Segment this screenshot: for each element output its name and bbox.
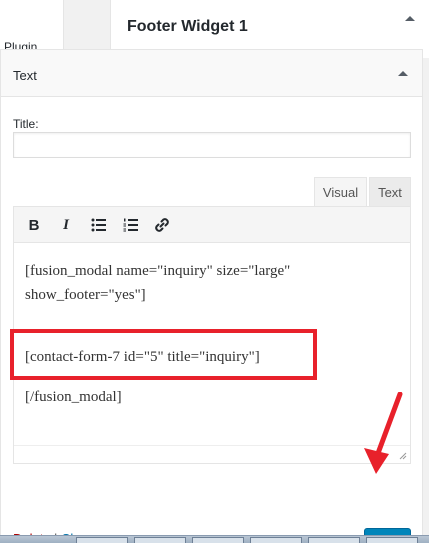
taskbar-item[interactable] bbox=[192, 537, 244, 543]
tab-visual[interactable]: Visual bbox=[314, 177, 367, 206]
footer-widget-title: Footer Widget 1 bbox=[127, 18, 248, 35]
bulleted-list-icon bbox=[91, 218, 106, 232]
tab-text[interactable]: Text bbox=[369, 177, 411, 206]
numbered-list-button[interactable] bbox=[120, 214, 142, 236]
taskbar-item[interactable] bbox=[308, 537, 360, 543]
text-widget-collapse-icon[interactable] bbox=[398, 71, 408, 76]
editor-statusbar bbox=[14, 445, 410, 463]
editor-toolbar: B I bbox=[14, 207, 410, 243]
bulleted-list-button[interactable] bbox=[88, 214, 110, 236]
editor-paragraph-modal-open: [fusion_modal name="inquiry" size="large… bbox=[25, 263, 291, 303]
italic-button[interactable]: I bbox=[55, 214, 77, 236]
taskbar-item[interactable] bbox=[366, 537, 418, 543]
editor-paragraph-modal-close: [/fusion_modal] bbox=[25, 389, 122, 405]
taskbar-item[interactable] bbox=[134, 537, 186, 543]
taskbar-item[interactable] bbox=[76, 537, 128, 543]
bold-button[interactable]: B bbox=[23, 214, 45, 236]
editor-paragraph-contact-form: [contact-form-7 id="5" title="inquiry"] bbox=[25, 349, 260, 365]
os-taskbar bbox=[0, 535, 429, 543]
text-widget-panel: Text Title: Visual Text B I [fusion_moda… bbox=[0, 49, 423, 543]
footer-widget-collapse-icon[interactable] bbox=[405, 16, 415, 21]
title-input[interactable] bbox=[13, 132, 411, 158]
editor[interactable]: B I [fusion_modal name="inquiry" size="l… bbox=[13, 206, 411, 464]
taskbar-item[interactable] bbox=[250, 537, 302, 543]
text-widget-header[interactable]: Text bbox=[1, 50, 422, 97]
title-field-label: Title: bbox=[13, 117, 39, 131]
insert-link-button[interactable] bbox=[151, 214, 173, 236]
red-arrow-annotation-icon bbox=[364, 392, 403, 474]
text-widget-title: Text bbox=[13, 68, 37, 83]
link-icon bbox=[155, 218, 169, 232]
numbered-list-icon bbox=[123, 218, 138, 232]
